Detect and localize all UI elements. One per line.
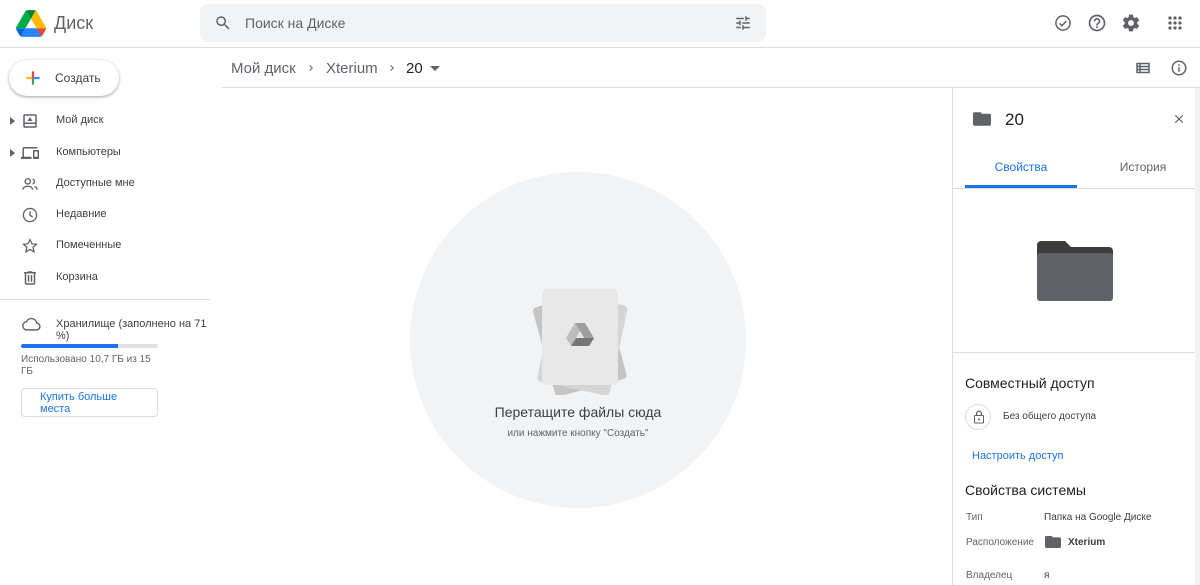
access-status: Без общего доступа: [1003, 411, 1097, 422]
expand-arrow-icon[interactable]: [10, 149, 15, 157]
cloud-icon: [22, 317, 41, 331]
panel-divider: [953, 352, 1200, 353]
star-icon: [22, 238, 38, 254]
system-properties-title: Свойства системы: [965, 482, 1086, 498]
buy-storage-button[interactable]: Купить больше места: [21, 388, 158, 417]
google-drive-logo[interactable]: [16, 10, 46, 37]
search-icon[interactable]: [214, 14, 232, 32]
sidebar-item-label: Мой диск: [56, 114, 104, 126]
sidebar-item-trash[interactable]: Корзина: [0, 263, 222, 293]
sidebar-item-label: Недавние: [56, 208, 107, 220]
sidebar-item-computers[interactable]: Компьютеры: [0, 138, 222, 168]
close-icon[interactable]: [1172, 112, 1186, 126]
lock-icon: [974, 410, 984, 424]
plus-icon: [26, 71, 40, 85]
create-label: Создать: [55, 71, 101, 85]
expand-arrow-icon[interactable]: [10, 117, 15, 125]
tab-properties[interactable]: Свойства: [965, 160, 1077, 174]
storage-bar-fill: [21, 344, 119, 348]
access-avatar: [965, 404, 991, 430]
sidebar-item-label: Компьютеры: [56, 146, 121, 158]
shared-with-me-icon: [22, 178, 38, 190]
sidebar-item-label: Помеченные: [56, 239, 122, 251]
breadcrumb-item-my-drive[interactable]: Мой диск: [231, 60, 296, 77]
computers-icon: [21, 147, 39, 159]
offline-check-icon[interactable]: [1053, 13, 1073, 33]
storage-usage-text: Использовано 10,7 ГБ из 15 ГБ: [21, 354, 151, 377]
apps-grid-icon[interactable]: [1165, 13, 1185, 33]
chevron-down-icon[interactable]: [430, 66, 440, 71]
sidebar-item-recent[interactable]: Недавние: [0, 200, 222, 230]
folder-icon: [1045, 536, 1061, 548]
prop-location-label: Расположение: [966, 537, 1034, 548]
tune-icon[interactable]: [734, 14, 752, 32]
prop-owner-label: Владелец: [966, 570, 1013, 581]
tab-history[interactable]: История: [1087, 160, 1199, 174]
storage-title[interactable]: Хранилище (заполнено на 71 %): [56, 318, 222, 342]
sidebar-item-my-drive[interactable]: Мой диск: [0, 106, 222, 136]
main-content: Мой диск Xterium 20 Перетащите файлы сюд…: [222, 48, 1200, 585]
prop-type-value: Папка на Google Диске: [1044, 512, 1152, 523]
sidebar-item-label: Доступные мне: [56, 177, 135, 189]
trash-icon: [24, 271, 36, 285]
settings-icon[interactable]: [1121, 13, 1141, 33]
empty-state-title: Перетащите файлы сюда: [494, 404, 662, 420]
chevron-right-icon: [309, 65, 313, 71]
help-icon[interactable]: [1087, 13, 1107, 33]
top-bar: Диск Поиск на Диске: [0, 0, 1200, 48]
tab-divider: [953, 188, 1200, 189]
prop-type-label: Тип: [966, 512, 983, 523]
panel-scrollbar[interactable]: [1195, 88, 1200, 585]
search-input[interactable]: Поиск на Диске: [245, 15, 345, 31]
breadcrumb-item-current[interactable]: 20: [406, 60, 423, 77]
storage-bar: [21, 344, 158, 348]
manage-access-link[interactable]: Настроить доступ: [972, 450, 1063, 462]
prop-location-value[interactable]: Xterium: [1068, 537, 1105, 548]
folder-preview-icon: [1037, 241, 1113, 301]
sharing-section-title: Совместный доступ: [965, 375, 1095, 391]
buy-storage-label: Купить больше места: [40, 391, 118, 415]
sidebar-divider: [0, 299, 210, 300]
sidebar-item-label: Корзина: [56, 271, 98, 283]
breadcrumb-item-xterium[interactable]: Xterium: [326, 60, 378, 77]
empty-state-subtitle: или нажмите кнопку "Создать": [507, 428, 649, 439]
details-title: 20: [1005, 110, 1024, 129]
folder-icon: [973, 112, 991, 126]
app-title[interactable]: Диск: [54, 13, 93, 34]
drive-app: Диск Поиск на Диске Создать Мой диск Ком…: [0, 0, 1200, 585]
chevron-right-icon: [390, 65, 394, 71]
recent-icon: [22, 207, 38, 223]
prop-owner-value: я: [1044, 570, 1050, 581]
sidebar-item-starred[interactable]: Помеченные: [0, 231, 222, 261]
sidebar-item-shared-with-me[interactable]: Доступные мне: [0, 169, 222, 199]
breadcrumb: Мой диск Xterium 20: [222, 48, 1200, 88]
sidebar: Создать Мой диск Компьютеры Доступные мн…: [0, 48, 222, 585]
details-panel: 20 Свойства История Совместный доступ Бе…: [952, 88, 1200, 585]
create-button[interactable]: Создать: [9, 60, 119, 96]
list-view-icon[interactable]: [1134, 59, 1152, 77]
drive-files-illustration: [533, 289, 628, 395]
my-drive-icon: [23, 114, 37, 128]
search-bar[interactable]: Поиск на Диске: [200, 4, 766, 42]
info-icon[interactable]: [1170, 59, 1188, 77]
